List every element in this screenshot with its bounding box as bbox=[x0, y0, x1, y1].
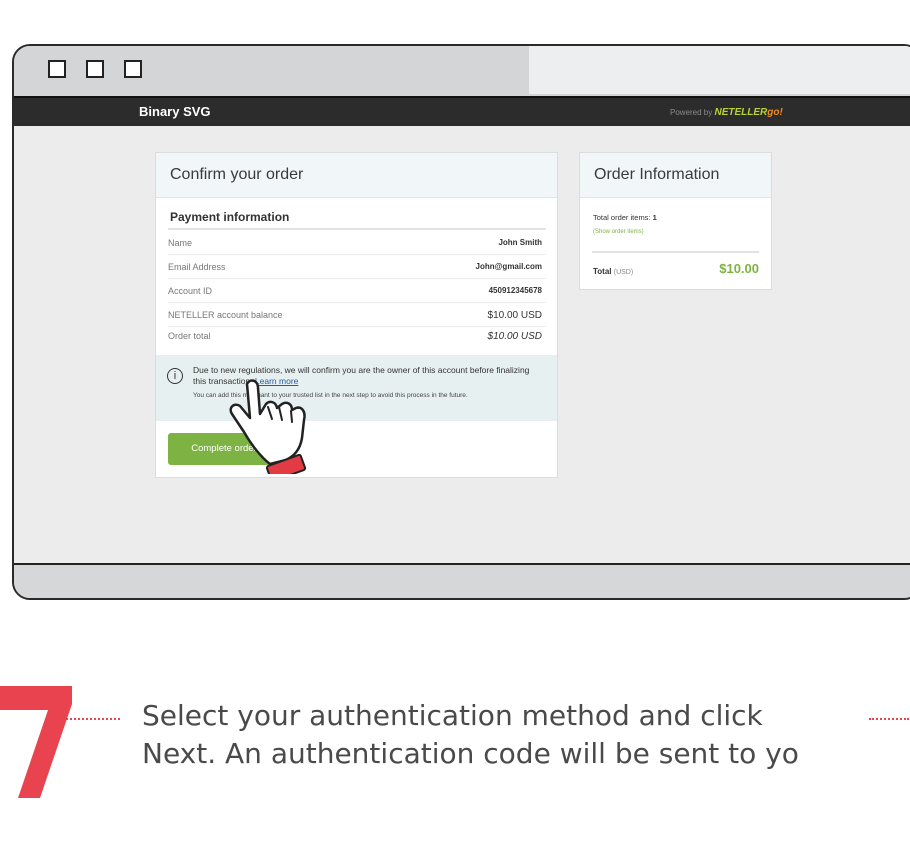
step-text-line2: Next. An authentication code will be sen… bbox=[142, 737, 799, 770]
dotted-connector bbox=[869, 718, 909, 720]
dotted-connector bbox=[66, 718, 120, 720]
step-caption: Select your authentication method and cl… bbox=[0, 0, 910, 843]
step-number-7 bbox=[0, 686, 72, 798]
step-text-line1: Select your authentication method and cl… bbox=[142, 699, 763, 732]
